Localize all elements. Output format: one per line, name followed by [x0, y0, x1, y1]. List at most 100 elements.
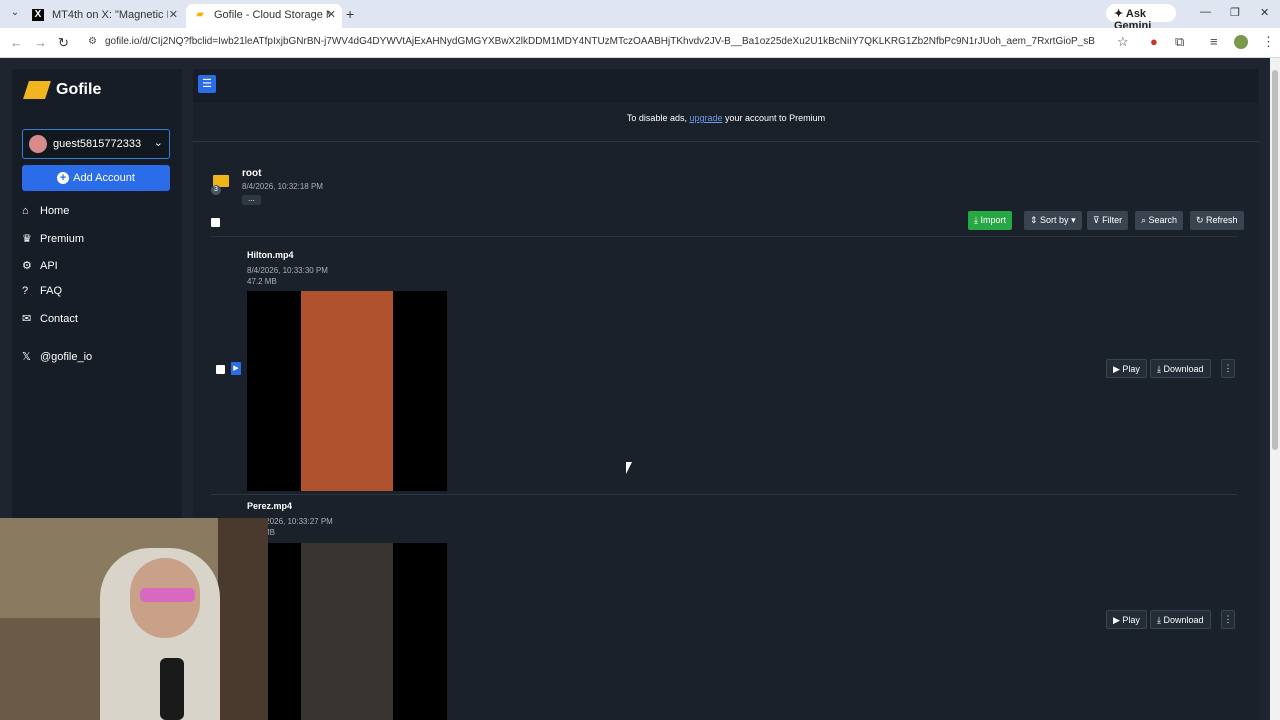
file-checkbox[interactable]: [216, 365, 225, 374]
tab-search-icon[interactable]: ⌄: [8, 6, 22, 20]
ad-prefix: To disable ads,: [626, 113, 687, 123]
ask-gemini-button[interactable]: ✦ Ask Gemini: [1106, 4, 1176, 32]
top-bar: ☰: [193, 69, 1259, 103]
sidebar-item-faq[interactable]: ? FAQ: [22, 285, 62, 297]
sort-label: Sort by: [1040, 215, 1069, 225]
restore-icon[interactable]: ❐: [1230, 6, 1240, 19]
url-input[interactable]: gofile.io/d/CIj2NQ?fbclid=Iwb21leATfpIxj…: [105, 36, 1095, 47]
sidebar-item-label: FAQ: [40, 285, 63, 297]
webcam-bookshelf: [218, 518, 268, 720]
scrollbar[interactable]: [1270, 58, 1280, 720]
sidebar-item-contact[interactable]: ✉ Contact: [22, 312, 78, 325]
brand-logo[interactable]: Gofile: [23, 81, 101, 99]
sidebar-item-label: Contact: [40, 313, 78, 325]
folder-date: 8/4/2026, 10:32:18 PM: [242, 182, 323, 191]
new-tab-button[interactable]: +: [346, 6, 354, 22]
search-button[interactable]: ⌕ Search: [1135, 211, 1184, 230]
more-options-icon[interactable]: ⋮: [1221, 359, 1235, 378]
home-icon: ⌂: [22, 205, 29, 217]
extension-icon[interactable]: ●: [1150, 34, 1158, 49]
file-name[interactable]: Hilton.mp4: [247, 250, 294, 260]
reload-icon[interactable]: ↻: [58, 35, 69, 51]
hamburger-menu-icon[interactable]: ☰: [198, 75, 216, 93]
tab-gofile[interactable]: ▰ Gofile - Cloud Storage Made Si ✕: [186, 4, 342, 28]
bookmark-star-icon[interactable]: ☆: [1117, 34, 1129, 50]
divider: [211, 236, 1237, 237]
sidebar-item-home[interactable]: ⌂ Home: [22, 205, 69, 217]
back-icon[interactable]: ←: [10, 35, 23, 50]
main-content: To disable ads, upgrade your account to …: [193, 103, 1259, 720]
site-info-icon[interactable]: ⚙: [88, 36, 97, 47]
sidebar-item-label: Premium: [40, 233, 85, 245]
filter-label: Filter: [1102, 215, 1123, 225]
tab-x[interactable]: X MT4th on X: "Magnetic North I ✕: [24, 4, 184, 28]
account-name: guest5815772333: [53, 138, 142, 150]
extensions-puzzle-icon[interactable]: ⧉: [1175, 34, 1184, 50]
play-button[interactable]: ▶ Play: [1106, 359, 1147, 378]
refresh-label: Refresh: [1206, 215, 1238, 225]
gofile-favicon-icon: ▰: [196, 9, 204, 20]
tab-title: Gofile - Cloud Storage Made Si: [214, 9, 330, 21]
import-button[interactable]: ⤓ Import: [968, 211, 1012, 230]
play-label: Play: [1122, 364, 1140, 374]
microphone: [160, 658, 184, 720]
file-count-badge: 3: [211, 185, 221, 195]
add-account-button[interactable]: + Add Account: [22, 165, 170, 191]
play-label: Play: [1122, 615, 1140, 625]
add-account-label: Add Account: [73, 172, 135, 184]
close-window-icon[interactable]: ✕: [1260, 6, 1269, 19]
file-date: 8/4/2026, 10:33:30 PM: [247, 266, 328, 275]
mouse-cursor: [626, 462, 632, 474]
search-label: Search: [1148, 215, 1178, 225]
media-controls-icon[interactable]: ≡: [1210, 34, 1218, 49]
download-button[interactable]: ⤓ Download: [1150, 610, 1211, 629]
video-thumbnail[interactable]: [247, 291, 447, 491]
sidebar-item-api[interactable]: ⚙ API: [22, 259, 58, 272]
select-all-checkbox[interactable]: [211, 218, 220, 227]
tab-title: MT4th on X: "Magnetic North I: [52, 9, 168, 21]
profile-avatar[interactable]: [1234, 35, 1248, 49]
download-label: Download: [1163, 615, 1204, 625]
import-label: Import: [980, 215, 1006, 225]
webcam-overlay: [0, 518, 268, 720]
thumbnail-frame: [301, 291, 393, 491]
envelope-icon: ✉: [22, 313, 32, 325]
divider: [211, 494, 1237, 495]
divider: [193, 141, 1259, 142]
file-date: /2026, 10:33:27 PM: [263, 517, 333, 526]
file-name[interactable]: Perez.mp4: [247, 501, 292, 511]
chevron-down-icon: ⌄: [153, 137, 163, 149]
plus-circle-icon: +: [57, 172, 70, 184]
browser-menu-icon[interactable]: ⋮: [1262, 34, 1275, 50]
thumbnail-frame: [301, 543, 393, 720]
video-thumbnail[interactable]: [247, 543, 447, 720]
play-button[interactable]: ▶ Play: [1106, 610, 1147, 629]
video-file-icon: ▶: [231, 362, 241, 375]
crown-icon: ♛: [22, 233, 32, 245]
address-bar-row: ← → ↻ ⚙ gofile.io/d/CIj2NQ?fbclid=Iwb21l…: [0, 28, 1280, 58]
scroll-thumb[interactable]: [1272, 70, 1278, 450]
refresh-button[interactable]: ↻ Refresh: [1190, 211, 1244, 230]
minimize-icon[interactable]: —: [1200, 6, 1211, 18]
ad-notice: To disable ads, upgrade your account to …: [193, 113, 1259, 123]
sidebar-item-label: API: [40, 260, 58, 272]
file-size: 47.2 MB: [247, 277, 277, 286]
account-select[interactable]: guest5815772333 ⌄: [22, 129, 170, 159]
close-icon[interactable]: ✕: [169, 8, 178, 21]
sidebar-item-premium[interactable]: ♛ Premium: [22, 232, 84, 245]
folder-name: root: [242, 168, 262, 179]
download-button[interactable]: ⤓ Download: [1150, 359, 1211, 378]
sidebar: Gofile guest5815772333 ⌄ + Add Account ⌂ H…: [12, 69, 182, 529]
sort-by-button[interactable]: ⇕ Sort by ▾: [1024, 211, 1082, 230]
x-favicon-icon: X: [32, 9, 44, 21]
sidebar-item-label: @gofile_io: [40, 351, 93, 363]
filter-button[interactable]: ⊽ Filter: [1087, 211, 1129, 230]
sidebar-item-label: Home: [40, 205, 70, 217]
forward-icon[interactable]: →: [34, 35, 47, 50]
close-icon[interactable]: ✕: [327, 8, 336, 21]
upgrade-link[interactable]: upgrade: [689, 113, 722, 123]
webcam-glasses: [140, 588, 195, 602]
more-options-icon[interactable]: ⋮: [1221, 610, 1235, 629]
sidebar-item-twitter[interactable]: 𝕏 @gofile_io: [22, 350, 92, 363]
folder-more-button[interactable]: ...: [242, 195, 261, 205]
